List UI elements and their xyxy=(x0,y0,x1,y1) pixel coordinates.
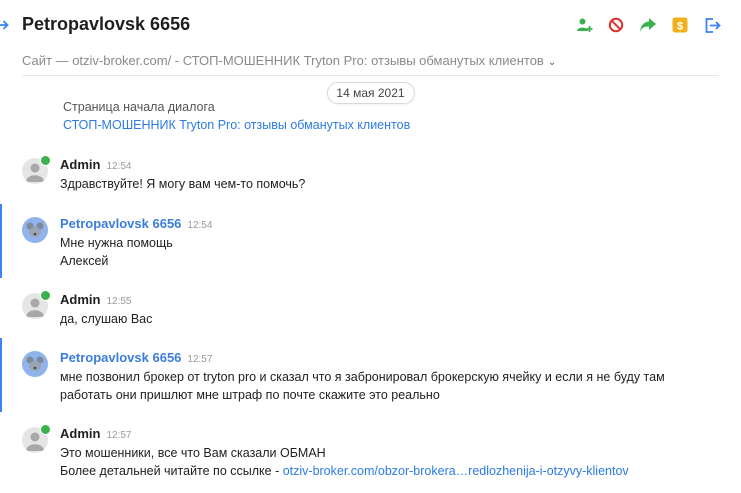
exit-button[interactable] xyxy=(703,16,721,34)
message-time: 12:55 xyxy=(106,296,132,307)
message-text: Это мошенники, все что Вам сказали ОБМАН… xyxy=(60,444,721,480)
message-author: Petropavlovsk 6656 xyxy=(60,350,182,365)
chevron-down-icon: ⌄ xyxy=(547,57,557,68)
collapse-arrow-icon[interactable] xyxy=(0,18,10,32)
message-line: Алексей xyxy=(60,254,109,268)
forward-icon xyxy=(640,18,656,32)
message-line-with-link: Более детальней читайте по ссылке - otzi… xyxy=(60,462,721,480)
message-time: 12:54 xyxy=(187,220,213,231)
message-author: Admin xyxy=(60,157,101,172)
dialog-start-label: Страница начала диалога xyxy=(63,100,215,114)
message-line: мне позвонил брокер от tryton pro и сказ… xyxy=(60,370,665,384)
mouse-avatar-icon xyxy=(26,356,44,371)
site-source-dropdown[interactable]: Сайт — otziv-broker.com/ - СТОП-МОШЕННИК… xyxy=(22,53,556,68)
message-line: Это мошенники, все что Вам сказали ОБМАН xyxy=(60,446,326,460)
message-time: 12:54 xyxy=(106,161,132,172)
forward-button[interactable] xyxy=(639,16,657,34)
exit-icon xyxy=(705,17,721,33)
message-text: Мне нужна помощь Алексей xyxy=(60,234,721,270)
svg-text:$: $ xyxy=(677,20,683,32)
dialog-start-page-link[interactable]: СТОП-МОШЕННИК Tryton Pro: отзывы обманут… xyxy=(63,118,410,132)
header-toolbar: $ xyxy=(575,16,721,34)
header-divider xyxy=(22,75,719,76)
message-item: Admin 12:54 Здравствуйте! Я могу вам чем-… xyxy=(22,155,721,193)
payment-button[interactable]: $ xyxy=(671,16,689,34)
message-time: 12:57 xyxy=(106,430,132,441)
chat-title: Petropavlovsk 6656 xyxy=(22,14,191,34)
message-item: Admin 12:57 Это мошенники, все что Вам ск… xyxy=(22,424,721,480)
online-indicator xyxy=(40,290,51,301)
message-item: Petropavlovsk 6656 12:54 Мне нужна помощь… xyxy=(0,204,721,278)
message-line: Здравствуйте! Я могу вам чем-то помочь? xyxy=(60,177,306,191)
message-time: 12:57 xyxy=(187,354,213,365)
online-indicator xyxy=(40,155,51,166)
message-item: Admin 12:55 да, слушаю Вас xyxy=(22,290,721,328)
message-author: Petropavlovsk 6656 xyxy=(60,216,182,231)
message-author: Admin xyxy=(60,292,101,307)
dialog-start-info: Страница начала диалога СТОП-МОШЕННИК Tr… xyxy=(63,98,410,134)
link-prefix: Более детальней читайте по ссылке - xyxy=(60,464,283,478)
site-source-text: Сайт — otziv-broker.com/ - СТОП-МОШЕННИК… xyxy=(22,53,544,68)
avatar xyxy=(22,217,48,243)
article-link[interactable]: otziv-broker.com/obzor-brokera…redlozhen… xyxy=(283,464,629,478)
message-line: Мне нужна помощь xyxy=(60,236,173,250)
message-author: Admin xyxy=(60,426,101,441)
dollar-icon: $ xyxy=(672,17,688,33)
message-line: работать они пришлют мне штраф по почте … xyxy=(60,388,440,402)
message-item: Petropavlovsk 6656 12:57 мне позвонил бро… xyxy=(0,338,721,412)
block-button[interactable] xyxy=(607,16,625,34)
add-user-icon xyxy=(576,18,592,32)
visitor-message-marker xyxy=(0,338,2,412)
avatar xyxy=(22,351,48,377)
message-text: мне позвонил брокер от tryton pro и сказ… xyxy=(60,368,721,404)
add-user-button[interactable] xyxy=(575,16,593,34)
online-indicator xyxy=(40,424,51,435)
visitor-message-marker xyxy=(0,204,2,278)
message-text: Здравствуйте! Я могу вам чем-то помочь? xyxy=(60,175,721,193)
block-icon xyxy=(608,17,624,33)
message-line: да, слушаю Вас xyxy=(60,312,153,326)
mouse-avatar-icon xyxy=(26,222,44,237)
message-text: да, слушаю Вас xyxy=(60,310,721,328)
